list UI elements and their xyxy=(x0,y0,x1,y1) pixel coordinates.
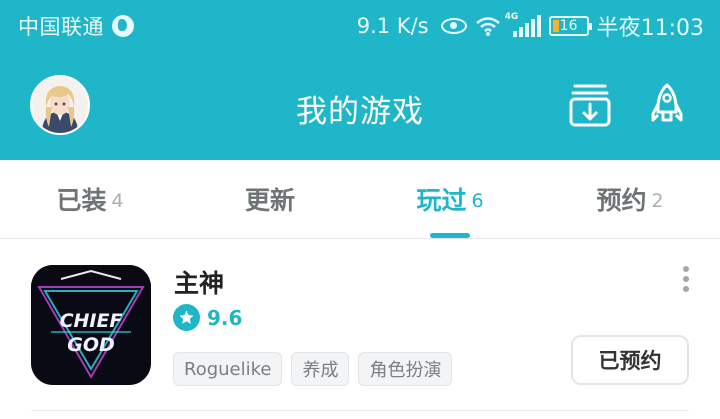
tab-count: 2 xyxy=(651,189,664,212)
game-rating: 9.6 xyxy=(173,304,242,331)
star-icon xyxy=(173,304,200,331)
more-options-icon[interactable] xyxy=(680,266,692,296)
game-icon[interactable]: CHIEF GOD xyxy=(31,265,151,385)
eye-comfort-icon xyxy=(440,18,467,34)
tab-updates[interactable]: 更新 xyxy=(180,160,360,238)
rocket-icon[interactable] xyxy=(650,82,684,128)
tab-count: 6 xyxy=(471,189,484,212)
tab-label: 玩过 xyxy=(416,186,467,215)
clock: 半夜11:03 xyxy=(596,16,704,41)
carrier-name: 中国联通 xyxy=(18,15,104,39)
tab-label: 预约 xyxy=(596,186,647,215)
network-speed: 9.1 K/s xyxy=(356,14,429,38)
tab-played[interactable]: 玩过 6 xyxy=(360,160,540,238)
battery-icon: 16 xyxy=(548,16,592,36)
globe-icon xyxy=(112,15,134,37)
reserved-button[interactable]: 已预约 xyxy=(571,335,689,385)
rating-value: 9.6 xyxy=(207,305,243,330)
tag-list: Roguelike 养成 角色扮演 xyxy=(173,352,453,386)
network-type-label: 4G xyxy=(504,12,519,22)
list-item[interactable]: CHIEF GOD 主神 9.6 Roguelike 养成 角色扮演 已预约 xyxy=(0,240,720,419)
game-icon-text-line1: CHIEF xyxy=(60,310,123,332)
game-title[interactable]: 主神 xyxy=(174,264,224,300)
tab-installed[interactable]: 已装 4 xyxy=(0,160,180,238)
status-bar: 中国联通 9.1 K/s 4G 16 半夜11:03 xyxy=(0,0,720,52)
game-icon-text-line2: GOD xyxy=(67,334,115,356)
active-tab-indicator xyxy=(430,233,470,238)
app-header: 我的游戏 xyxy=(0,52,720,160)
tab-label: 更新 xyxy=(244,186,295,215)
cellular-signal-icon: 4G xyxy=(505,12,541,37)
wifi-icon xyxy=(475,15,501,37)
tab-count: 4 xyxy=(111,189,124,212)
divider xyxy=(31,410,689,411)
tab-label: 已装 xyxy=(56,186,107,215)
download-manager-icon[interactable] xyxy=(569,82,611,128)
battery-level-fill xyxy=(552,20,559,32)
page-title: 我的游戏 xyxy=(296,94,424,130)
tab-reserved[interactable]: 预约 2 xyxy=(540,160,720,238)
tag-roguelike[interactable]: Roguelike xyxy=(173,352,283,386)
tag-nurture[interactable]: 养成 xyxy=(291,352,350,386)
battery-level: 16 xyxy=(559,18,578,34)
tab-bar: 已装 4 更新 玩过 6 预约 2 xyxy=(0,160,720,239)
tag-rpg[interactable]: 角色扮演 xyxy=(358,352,453,386)
